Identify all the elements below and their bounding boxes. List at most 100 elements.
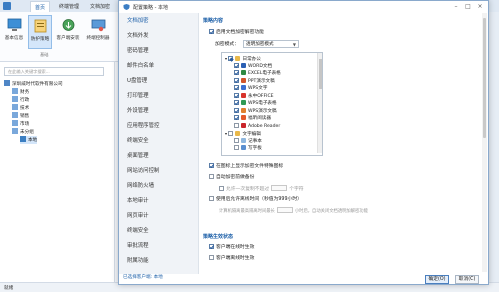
nav-item-desktop[interactable]: 桌面管理 [127,151,149,161]
ok-button[interactable]: 确定(O) [425,275,449,284]
nav-item-mail-whitelist[interactable]: 邮件白名单 [127,61,154,71]
install-icon [62,19,74,31]
tree-node-label: 市场 [20,122,30,127]
list-item[interactable]: EXCEL电子表格 [234,70,281,77]
copy-limit-suffix: 个字符 [289,187,304,192]
nav-item-firewall[interactable]: 网络防火墙 [127,181,154,191]
tree-node[interactable]: 销售 [12,112,29,120]
encrypt-mode-select[interactable]: 透明加密模式 ▼ [243,40,299,48]
list-item[interactable]: 记事本 [234,137,262,145]
checkbox-icon [209,196,214,201]
copy-limit-stepper[interactable] [271,185,288,191]
nav-item-local-audit[interactable]: 本地审计 [127,196,149,206]
list-item[interactable]: 福昕阅读器 [234,115,271,122]
nav-item-outgoing[interactable]: 文档外发 [127,31,149,41]
list-scrollbar[interactable] [317,53,322,153]
offline-note-prefix: 计算机隔离最高隔离时间最长 [219,209,275,214]
group-icon [12,112,18,118]
ribbon-basic-info-label: 基本信息 [4,36,24,41]
tab-terminal[interactable]: 终端管理 [55,1,83,12]
list-item[interactable]: ▾ 文字编辑 [225,130,261,137]
tree-node[interactable]: 未分组 [12,128,34,136]
checkbox-icon [228,56,234,61]
list-scroll-thumb[interactable] [319,59,322,89]
offline-effect-checkbox[interactable]: 客户端离线时生效 [209,255,254,262]
controller-icon [91,19,105,32]
list-item[interactable]: WPS电子表格 [234,100,277,107]
nav-item-app-control[interactable]: 应用程序管控 [127,121,159,131]
list-item[interactable]: 写字板 [234,145,262,152]
nav-item-approval[interactable]: 审批流程 [127,241,149,251]
offline-hours-stepper[interactable] [276,207,293,213]
copy-limit-row: 允许一次复制不超过 个字符 [219,185,304,192]
nav-item-web-audit[interactable]: 网页审计 [127,211,149,221]
list-item-label: 记事本 [248,138,262,144]
tab-home[interactable]: 首页 [30,1,51,12]
org-tree-panel: 在此输入关键字搜索... 深圳威时代软件有限公司 财务 行政 技术 销售 市场 … [0,62,115,282]
list-item[interactable]: Adobe Reader [234,122,281,130]
tree-node-label: 未分组 [20,130,34,135]
ribbon-controller-button[interactable]: 终端控制器 [84,15,112,49]
minimize-icon[interactable]: – [452,3,460,11]
nav-item-usb[interactable]: U盘管理 [127,76,147,86]
offline-effect-label: 客户端离线时生效 [216,256,255,261]
list-item-label: Adobe Reader [248,123,281,129]
ribbon-policy-button[interactable]: 防护策略 [28,15,52,49]
auto-backup-checkbox[interactable]: 自动加密前做备份 [209,174,254,181]
cancel-button[interactable]: 取消(C) [455,275,479,284]
nav-item-terminal-security-2[interactable]: 终端安全 [127,226,149,236]
tree-node-label: 财务 [20,90,30,95]
ribbon-policy-label: 防护策略 [30,37,50,42]
section-status-title: 策略生效状态 [203,234,234,240]
tree-node[interactable]: 深圳威时代软件有限公司 [4,80,63,88]
show-icon-checkbox[interactable]: 在图标上显示加密文件特殊图标 [209,163,283,170]
ribbon-install-label: 客户端安装 [56,36,80,41]
tree-node[interactable]: 行政 [12,96,29,104]
nav-item-web-access[interactable]: 网站访问控制 [127,166,159,176]
ribbon-install-button[interactable]: 客户端安装 [54,15,82,49]
list-item[interactable]: PPT演示文稿 [234,77,275,85]
checkbox-icon[interactable] [219,186,224,191]
list-item[interactable]: WPS文字 [234,85,267,92]
online-effect-checkbox[interactable]: 客户端在线时生效 [209,244,254,251]
maximize-icon[interactable]: □ [464,3,472,11]
list-item[interactable]: WORD文档 [234,62,273,70]
tree-node[interactable]: 市场 [12,120,29,128]
checkbox-icon [234,92,239,98]
nav-item-password[interactable]: 密码管理 [127,46,149,56]
tree-node[interactable]: 技术 [12,104,29,112]
dialog-scroll-thumb[interactable] [483,18,486,138]
nav-item-encrypt[interactable]: 文档加密 [127,16,149,26]
dialog-scrollbar[interactable] [482,13,487,272]
list-item[interactable]: WPS演示文稿 [234,107,277,115]
nav-item-terminal-security[interactable]: 终端安全 [127,136,149,146]
enable-encrypt-checkbox[interactable]: 启用文档加密解密功能 [209,29,264,36]
list-item-label: WORD文档 [248,63,273,69]
checkbox-icon [234,70,239,75]
file-type-list[interactable]: ▾ 日常办公 WORD文档 EXCEL电子表格 PPT演示文稿 WPS文字 永中… [221,52,323,156]
collapse-icon[interactable]: ▾ [225,131,227,136]
group-icon [12,128,18,134]
offline-label: 使用后允许离线时间（秒值为999小时） [216,197,302,202]
close-icon[interactable]: × [476,3,484,11]
list-item[interactable]: 永中OFFICE [234,92,274,100]
tree-node[interactable]: 财务 [12,88,29,96]
list-item[interactable]: ▾ 日常办公 [225,55,261,62]
nav-item-extras[interactable]: 附属功能 [127,256,149,266]
list-item-label: 永中OFFICE [248,93,274,99]
tree-node-selected[interactable]: 本地 [20,136,38,144]
tab-encrypt[interactable]: 文档加密 [86,1,114,12]
app-menu-icon[interactable] [3,2,11,10]
section-policy-title: 策略内容 [203,18,224,24]
nav-item-print[interactable]: 打印管理 [127,91,149,101]
ribbon-basic-info-button[interactable]: 基本信息 [2,15,26,49]
checkbox-icon [209,29,214,34]
checkbox-icon [234,107,239,113]
nav-item-peripheral[interactable]: 外设管理 [127,106,149,116]
tree-search-input[interactable]: 在此输入关键字搜索... [4,67,104,76]
list-item-label: 福昕阅读器 [248,116,271,121]
notepad-icon [241,137,246,143]
collapse-icon[interactable]: ▾ [225,56,227,61]
tree-node-label: 深圳威时代软件有限公司 [12,82,63,87]
offline-checkbox[interactable]: 使用后允许离线时间（秒值为999小时） [209,196,302,203]
